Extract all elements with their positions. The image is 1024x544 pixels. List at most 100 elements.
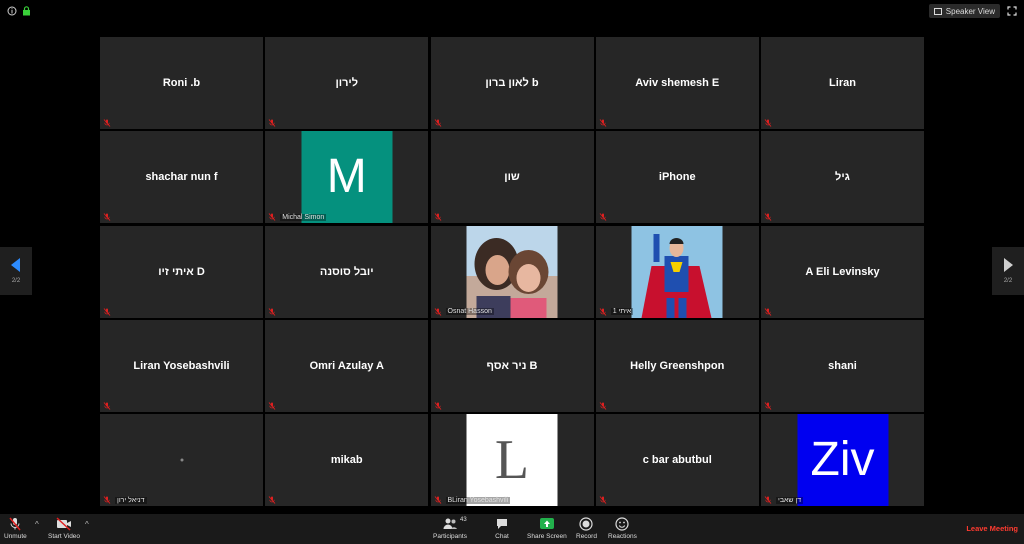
fullscreen-icon[interactable] [1006,5,1018,17]
start-video-button[interactable]: Start Video [48,517,80,540]
previous-page-button[interactable]: 2/2 [0,247,32,295]
mic-muted-icon [764,496,772,504]
participant-tile[interactable]: shani [761,319,924,412]
speaker-view-label: Speaker View [945,6,995,16]
participant-tile[interactable]: לירון [265,37,429,129]
tile-footer [268,307,276,316]
participant-tile[interactable]: Omri Azulay A [265,319,429,412]
start-video-label: Start Video [48,533,81,540]
participant-tile[interactable]: דניאל ירון [100,414,263,506]
mic-muted-icon [434,307,442,316]
unmute-button[interactable]: Unmute [4,517,27,540]
participant-tile[interactable]: איתי זיו D [100,225,263,318]
info-icon[interactable] [6,5,18,17]
tile-footer [764,119,772,127]
mic-muted-icon [764,213,772,222]
tile-footer [764,213,772,222]
unmute-label: Unmute [4,533,27,540]
record-button[interactable]: Record [576,517,597,540]
participant-tile[interactable]: c bar abutbul [595,414,759,506]
participant-name: c bar abutbul [642,454,712,466]
arrow-right-icon [1004,258,1013,272]
speaker-view-button[interactable]: Speaker View [928,4,1000,18]
participant-name: iPhone [658,171,696,184]
meeting-toolbar: Unmute ^ Start Video ^ Participants 43 C… [0,514,1024,544]
participant-name: shani [828,359,857,372]
participant-name: A Eli Levinsky [805,265,880,278]
participant-tile[interactable]: mikab [265,414,429,506]
tile-footer [764,401,772,410]
participant-tile[interactable]: Osnat Hasson [430,225,594,318]
mic-muted-icon [103,401,111,410]
tile-footer [268,401,276,410]
mic-muted-icon [9,517,21,531]
participant-tile[interactable]: ניר אסף B [430,319,594,412]
tile-footer: Michal Simon [268,213,327,222]
video-off-icon [56,517,72,531]
participant-tile[interactable]: גיל [761,131,924,224]
participant-tile[interactable]: Aviv shemesh E [595,37,759,129]
tile-footer [103,401,111,410]
chat-icon [497,519,507,529]
participant-tile[interactable]: Liran Yosebashvili [100,319,263,412]
reactions-button[interactable]: Reactions [608,517,637,540]
participant-tile[interactable]: shachar nun f [100,131,263,224]
participant-tile[interactable]: L BLiran Yosebashvili [430,414,594,506]
participant-name: Roni .b [162,77,201,89]
mic-muted-icon [434,496,442,504]
participant-name: ניר אסף B [486,359,538,372]
participant-tile[interactable]: M Michal Simon [265,131,429,224]
participant-name: Omri Azulay A [309,359,384,372]
speaker-view-icon [933,7,942,15]
tile-footer [103,119,111,127]
video-options-chevron-icon[interactable]: ^ [85,520,89,529]
participant-tile[interactable]: לאון ברון b [430,37,594,129]
participant-tile[interactable]: Ziv דן שאבי [761,414,924,506]
participant-tile[interactable]: A Eli Levinsky [761,225,924,318]
tile-footer [103,307,111,316]
participant-tile[interactable]: שון [430,131,594,224]
record-icon [579,517,594,531]
participant-avatar: Ziv [797,414,888,506]
tile-footer: Osnat Hasson [434,307,494,316]
leave-meeting-button[interactable]: Leave Meeting [966,524,1018,533]
participant-tile[interactable]: iPhone [595,131,759,224]
reactions-label: Reactions [608,533,637,540]
mic-muted-icon [434,119,442,127]
share-screen-label: Share Screen [527,533,567,540]
participant-name: שון [504,171,520,184]
participant-footer-name: BLiran Yosebashvili [445,496,511,504]
record-label: Record [576,533,597,540]
chat-label: Chat [495,533,509,540]
avatar-initial: Ziv [810,433,875,486]
participant-tile[interactable]: Roni .b [100,37,263,129]
chat-button[interactable]: Chat [495,517,509,540]
mic-muted-icon [599,119,607,127]
mic-muted-icon [764,401,772,410]
tile-footer [599,401,607,410]
participant-footer-name: איתי 1 [610,308,634,315]
mic-muted-icon [103,119,111,127]
participant-tile[interactable]: איתי 1 [595,225,759,318]
avatar-initial: L [494,429,530,491]
reactions-emoji-icon [615,517,630,531]
audio-options-chevron-icon[interactable]: ^ [35,520,39,529]
mic-muted-icon [599,213,607,222]
mic-muted-icon [268,119,276,127]
participant-tile[interactable]: Liran [761,37,924,129]
participant-footer-name: Michal Simon [280,213,327,221]
tile-footer [599,496,607,504]
tile-footer: איתי 1 [599,307,634,316]
participants-count: 43 [460,517,467,523]
participant-tile[interactable]: Helly Greenshpon [595,319,759,412]
next-page-button[interactable]: 2/2 [992,247,1024,295]
participant-tile[interactable]: יובל סוסנה [265,225,429,318]
tile-footer [599,213,607,222]
participant-name: Helly Greenshpon [630,359,725,372]
avatar-initial: M [326,150,367,204]
participant-name: Liran [829,77,856,89]
share-screen-button[interactable]: Share Screen [527,517,567,540]
lock-icon[interactable] [20,5,32,17]
dot-placeholder [180,458,183,462]
tile-footer [599,119,607,127]
